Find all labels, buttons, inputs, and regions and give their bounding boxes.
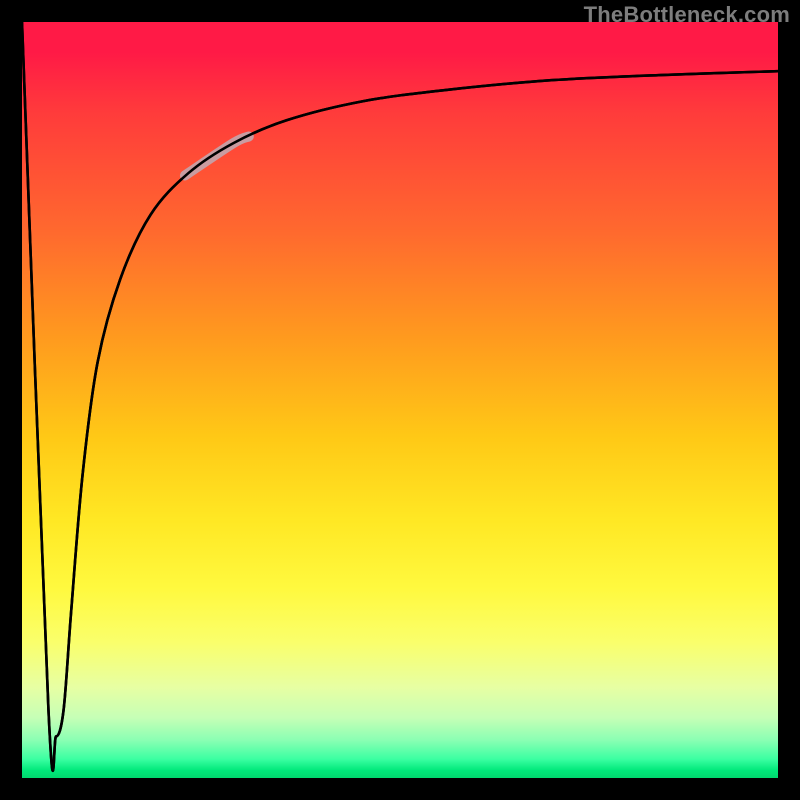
chart-container: TheBottleneck.com [0,0,800,800]
plot-area [22,22,778,778]
attribution-label: TheBottleneck.com [584,2,790,28]
